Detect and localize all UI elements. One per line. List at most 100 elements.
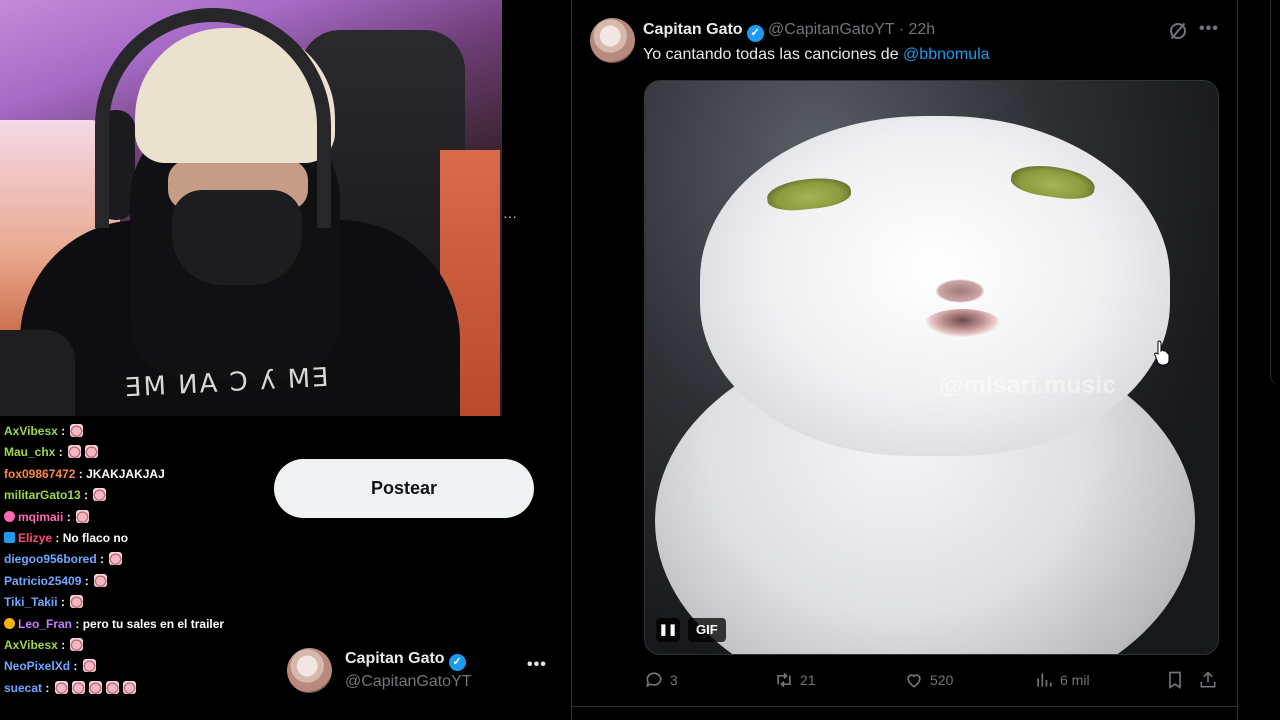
chat-message: AxVibesx : xyxy=(4,421,272,442)
account-name: Capitan Gato ✓ xyxy=(345,650,466,671)
chat-emote-icon xyxy=(68,445,82,459)
chat-username[interactable]: Mau_chx xyxy=(4,445,55,459)
chat-emote-icon xyxy=(94,573,108,587)
chat-emote-icon xyxy=(70,637,84,651)
chat-message: suecat : xyxy=(4,678,272,699)
chat-message: fox09867472 : JKAKJAKJAJ xyxy=(4,464,272,485)
reply-icon xyxy=(646,672,662,688)
chat-emote-icon xyxy=(122,680,136,694)
views-icon xyxy=(1037,673,1052,687)
chat-username[interactable]: militarGato13 xyxy=(4,488,81,502)
share-button[interactable] xyxy=(1198,668,1218,692)
chat-username[interactable]: AxVibesx xyxy=(4,638,58,652)
chat-message: Elizye : No flaco no xyxy=(4,528,272,549)
chat-message: mqimaii : xyxy=(4,507,272,528)
share-icon xyxy=(1200,671,1216,688)
cat-nose xyxy=(935,279,985,303)
chat-username[interactable]: Patricio25409 xyxy=(4,574,81,588)
chat-username[interactable]: suecat xyxy=(4,681,42,695)
chat-username[interactable]: Tiki_Takii xyxy=(4,595,58,609)
chat-emote-icon xyxy=(70,424,84,437)
more-icon[interactable]: ••• xyxy=(527,656,547,674)
chat-message: Patricio25409 : xyxy=(4,571,272,592)
chat-separator: : xyxy=(55,445,67,460)
more-icon[interactable]: ••• xyxy=(1199,20,1219,38)
mention-link[interactable]: @bbnomula xyxy=(903,46,990,63)
chat-separator: : xyxy=(72,616,83,631)
tweet-divider xyxy=(571,706,1238,707)
avatar xyxy=(287,648,332,693)
chat-emote-icon xyxy=(54,680,68,694)
chat-message: AxVibesx : xyxy=(4,635,272,656)
chat-message: Tiki_Takii : xyxy=(4,592,272,613)
chat-username[interactable]: Elizye xyxy=(18,531,52,545)
chat-username[interactable]: Leo_Fran xyxy=(18,617,72,631)
right-panel-edge xyxy=(1270,0,1280,385)
chat-emote-icon xyxy=(82,659,96,673)
post-button[interactable]: Postear xyxy=(274,459,534,518)
views-button[interactable]: 6 mil xyxy=(1034,668,1090,692)
chat-separator: : xyxy=(70,659,81,674)
column-divider-right xyxy=(1237,0,1238,720)
chat-emote-icon xyxy=(88,680,102,694)
chat-message: Mau_chx : xyxy=(4,442,272,463)
tweet-handle[interactable]: @CapitanGatoYT xyxy=(768,21,894,38)
tweet-author[interactable]: Capitan Gato xyxy=(643,21,743,38)
chat-emote-icon xyxy=(93,488,107,502)
tweet-time[interactable]: 22h xyxy=(908,21,935,38)
views-count: 6 mil xyxy=(1060,672,1090,688)
pause-icon[interactable]: ❚❚ xyxy=(656,618,680,642)
verified-icon: ✓ xyxy=(746,25,764,42)
tweet-media-gif[interactable]: @misari.music ❚❚ GIF xyxy=(644,80,1219,655)
more-icon[interactable]: ··· xyxy=(503,208,517,224)
media-watermark: @misari.music xyxy=(939,371,1117,399)
chat-separator: : xyxy=(57,424,69,438)
webcam-headphones xyxy=(95,8,331,228)
cat-mouth xyxy=(925,309,1000,337)
repost-button[interactable]: 21 xyxy=(774,668,816,692)
account-switcher[interactable]: Capitan Gato ✓ @CapitanGatoYT ••• xyxy=(287,646,557,694)
chat-username[interactable]: fox09867472 xyxy=(4,467,75,481)
bookmark-button[interactable] xyxy=(1165,668,1185,692)
chat-username[interactable]: AxVibesx xyxy=(4,424,58,438)
chat-message: NeoPixelXd : xyxy=(4,656,272,677)
repost-icon xyxy=(777,672,791,688)
chat-emote-icon xyxy=(105,680,119,694)
chat-separator: : xyxy=(81,573,93,588)
tweet-actions: 3 21 520 6 mil xyxy=(644,668,1224,692)
chat-separator: : xyxy=(42,680,53,695)
account-handle: @CapitanGatoYT xyxy=(345,673,472,690)
chat-text: JKAKJAKJAJ xyxy=(86,466,165,481)
chat-text: No flaco no xyxy=(62,530,129,545)
like-button[interactable]: 520 xyxy=(904,668,953,692)
tweet-text: Yo cantando todas las canciones de @bbno… xyxy=(643,46,990,64)
chat-emote-icon xyxy=(71,680,85,694)
webcam-overlay: ƎM ИA Ɔ ʎ MƎ xyxy=(0,0,502,416)
grok-icon[interactable] xyxy=(1170,23,1186,39)
bookmark-icon xyxy=(1169,671,1181,690)
chat-message: Leo_Fran : pero tu sales en el trailer xyxy=(4,614,272,635)
avatar[interactable] xyxy=(590,18,635,63)
webcam-microphone xyxy=(0,330,75,416)
like-icon xyxy=(907,674,921,688)
chat-badge-icon xyxy=(4,617,15,629)
repost-count: 21 xyxy=(800,672,816,688)
reply-button[interactable]: 3 xyxy=(644,668,678,692)
reply-count: 3 xyxy=(670,672,678,688)
tweet-header: Capitan Gato ✓ @CapitanGatoYT · 22h xyxy=(643,21,935,42)
gif-badge: GIF xyxy=(688,618,726,642)
gif-controls: ❚❚ GIF xyxy=(656,618,726,642)
chat-username[interactable]: diegoo956bored xyxy=(4,552,97,566)
stream-chat: AxVibesx : Mau_chx : fox09867472 : JKAKJ… xyxy=(4,421,272,699)
chat-username[interactable]: NeoPixelXd xyxy=(4,659,70,673)
chat-username[interactable]: mqimaii xyxy=(18,510,63,524)
chat-badge-icon xyxy=(4,531,15,543)
chat-separator: : xyxy=(52,530,63,545)
chat-message: diegoo956bored : xyxy=(4,549,272,570)
chat-separator: : xyxy=(75,466,87,481)
chat-emote-icon xyxy=(85,445,99,459)
separator: · xyxy=(894,21,909,38)
column-divider-left xyxy=(571,0,572,720)
cursor-icon xyxy=(1154,340,1170,366)
chat-separator: : xyxy=(57,637,69,652)
